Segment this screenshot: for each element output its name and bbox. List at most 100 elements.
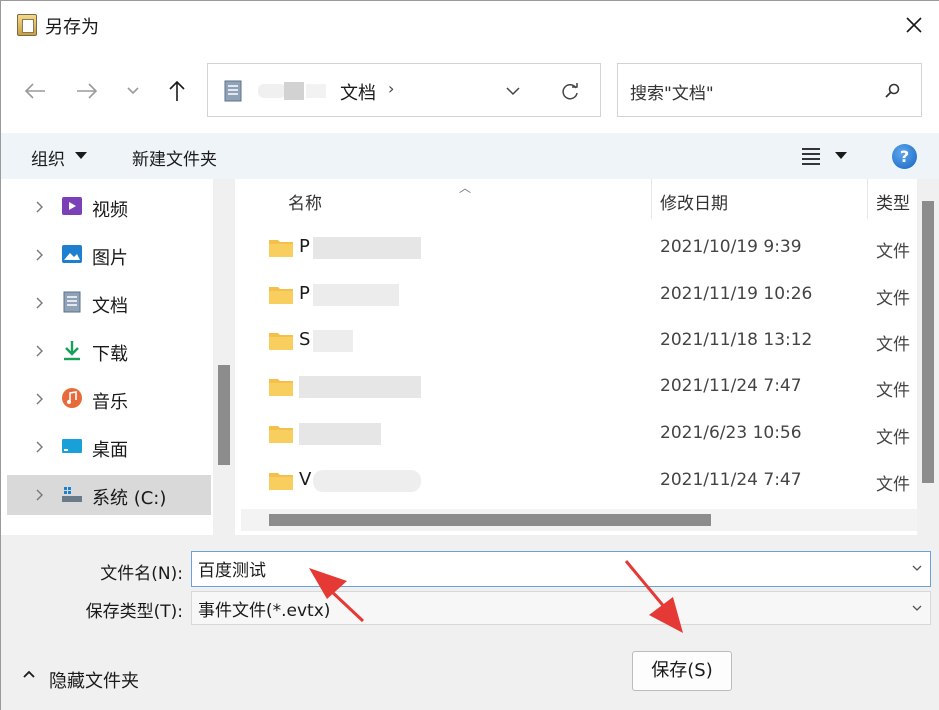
chevron-down-icon [127,87,139,95]
recent-locations-button[interactable] [119,77,147,105]
save-form: 文件名(N): 百度测试 保存类型(T): 事件文件(*.evtx) [1,535,939,631]
chevron-right-icon[interactable] [35,249,45,261]
chevron-right-icon[interactable] [35,393,45,405]
redacted-name [299,423,381,445]
file-type: 文件 [876,475,910,495]
redacted-path [306,84,326,98]
file-name: V [299,469,312,490]
organize-menu[interactable]: 组织 [31,145,65,170]
redacted-path [258,84,286,98]
sort-ascending-icon: ︿ [459,181,472,195]
desktop-folder-icon [62,439,82,453]
redacted-name [313,470,421,492]
scrollbar-thumb[interactable] [269,514,711,526]
file-row[interactable]: 2021/11/24 7:47 文件 [241,364,917,410]
search-placeholder: 搜索"文档" [630,84,714,104]
view-options-icon[interactable] [801,147,821,165]
chevron-right-icon[interactable] [35,489,45,501]
close-button[interactable] [891,7,937,43]
file-row[interactable]: P 2021/10/19 9:39 文件 [241,225,917,271]
file-name: P [299,236,310,257]
filename-field[interactable]: 百度测试 [191,551,931,587]
file-type: 文件 [876,381,910,401]
forward-button[interactable] [73,77,101,105]
file-row[interactable]: P 2021/11/19 10:26 文件 [241,272,917,318]
scrollbar-thumb[interactable] [218,365,230,465]
sidebar-item-label: 文档 [92,296,128,317]
address-bar[interactable]: 文档 › [207,63,601,117]
chevron-down-icon[interactable] [912,604,922,612]
file-row[interactable]: 2021/6/23 10:56 文件 [241,411,917,457]
save-as-dialog: 另存为 文档 › 搜索"文档" 组织 新建文件夹 ? 视频 图片 文档 下载 音… [0,0,939,710]
up-button[interactable] [163,77,191,105]
chevron-right-icon[interactable] [35,345,45,357]
chevron-down-icon[interactable] [912,564,922,572]
column-divider[interactable] [867,179,868,219]
file-date: 2021/6/23 10:56 [660,423,802,443]
redacted-name [313,330,353,352]
filename-label: 文件名(N): [100,564,183,584]
file-date: 2021/11/24 7:47 [660,470,802,490]
column-header-date[interactable]: 修改日期 [660,189,728,214]
save-button[interactable]: 保存(S) [632,651,732,691]
dialog-footer: 隐藏文件夹 保存(S) [1,631,939,710]
file-type: 文件 [876,289,910,309]
file-date: 2021/10/19 9:39 [660,237,802,257]
refresh-icon [562,83,578,100]
refresh-button[interactable] [556,78,584,106]
file-type: 文件 [876,428,910,448]
command-bar: 组织 新建文件夹 ? [1,133,939,179]
file-date: 2021/11/19 10:26 [660,284,813,304]
sidebar-item-pictures[interactable]: 图片 [7,235,211,275]
column-header-type[interactable]: 类型 [876,189,910,214]
folder-icon [269,240,293,257]
pictures-folder-icon [62,245,82,263]
arrow-left-icon [24,83,45,99]
hide-folders-toggle[interactable]: 隐藏文件夹 [49,667,139,693]
chevron-right-icon[interactable] [35,441,45,453]
sidebar-item-documents[interactable]: 文档 [7,283,211,323]
search-icon [885,83,900,98]
back-button[interactable] [21,77,49,105]
file-row[interactable]: V 2021/11/24 7:47 文件 [241,458,917,504]
sidebar-item-label: 视频 [92,200,128,221]
file-type: 文件 [876,335,910,355]
search-input[interactable]: 搜索"文档" [617,63,922,117]
navigation-scrollbar[interactable] [213,179,235,535]
redacted-name [313,284,399,306]
sidebar-item-label: 桌面 [92,440,128,461]
column-divider[interactable] [651,179,652,219]
redacted-name [299,376,421,398]
redacted-path [284,82,304,100]
file-row[interactable]: S 2021/11/18 13:12 文件 [241,318,917,364]
file-name: P [299,283,310,304]
new-folder-button[interactable]: 新建文件夹 [132,145,217,170]
chevron-right-icon[interactable] [35,297,45,309]
sidebar-item-label: 下载 [92,344,128,365]
address-history-button[interactable] [500,80,526,102]
filename-value: 百度测试 [198,561,266,581]
arrow-up-icon [169,80,185,101]
filetype-dropdown[interactable]: 事件文件(*.evtx) [191,591,931,625]
dialog-title: 另存为 [45,17,99,38]
file-date: 2021/11/24 7:47 [660,376,802,396]
chevron-up-icon[interactable] [23,669,35,679]
breadcrumb-current[interactable]: 文档 [340,79,376,105]
title-bar: 另存为 [1,1,939,49]
sidebar-item-label: 图片 [92,248,128,269]
sidebar-item-music[interactable]: 音乐 [7,379,211,419]
folder-icon [269,473,293,490]
caret-down-icon[interactable] [835,152,847,159]
chevron-right-icon[interactable] [35,201,45,213]
sidebar-item-downloads[interactable]: 下载 [7,331,211,371]
navigation-pane: 视频 图片 文档 下载 音乐 桌面 系统 (C:) [1,179,235,535]
drive-icon [62,487,82,502]
sidebar-item-videos[interactable]: 视频 [7,187,211,227]
sidebar-item-desktop[interactable]: 桌面 [7,427,211,467]
sidebar-item-system-drive[interactable]: 系统 (C:) [7,475,211,515]
help-icon[interactable]: ? [892,144,917,169]
breadcrumb-separator[interactable]: › [388,79,394,98]
folder-icon [269,287,293,304]
scrollbar-thumb[interactable] [922,201,934,483]
column-header-name[interactable]: 名称 [288,189,322,214]
